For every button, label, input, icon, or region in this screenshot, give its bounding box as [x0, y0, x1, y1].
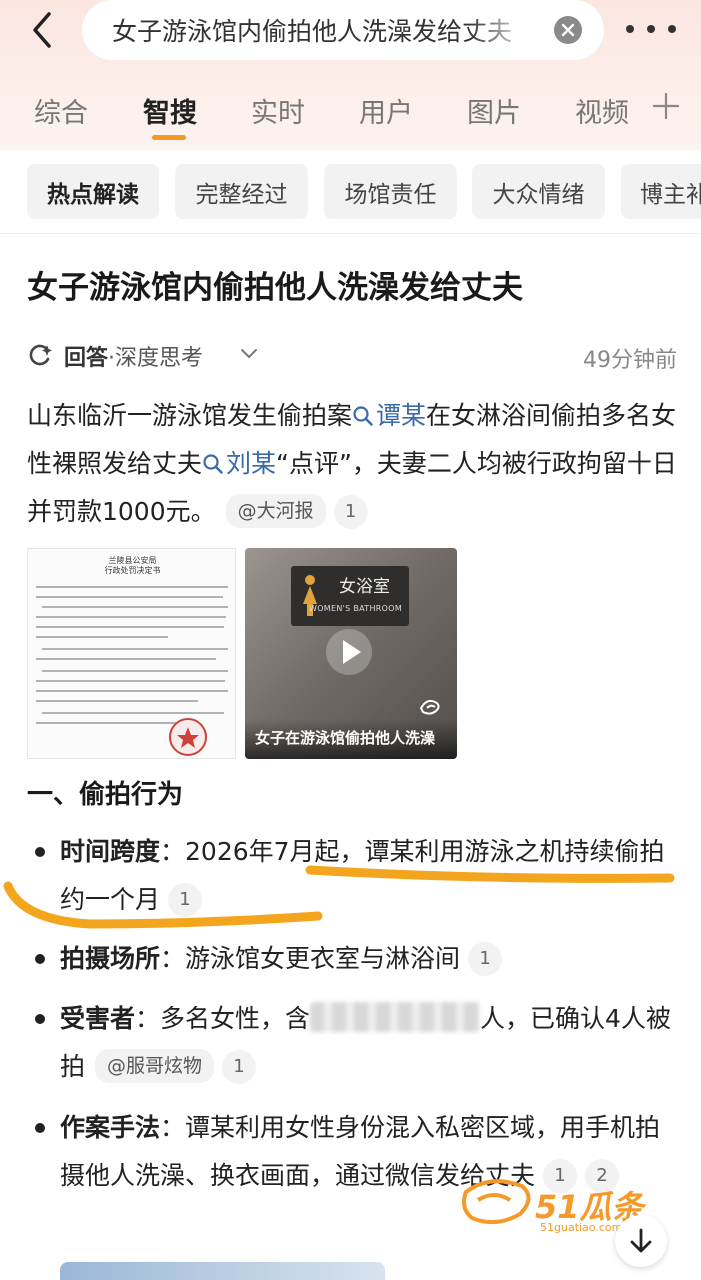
chip-blogger[interactable]: 博主补: [621, 164, 701, 219]
chevron-left-icon: [33, 12, 51, 48]
link-text: 谭某: [376, 401, 427, 430]
reference-number[interactable]: 1: [222, 1050, 257, 1084]
summary-paragraph: 山东临沂一游泳馆发生偷拍案 谭某在女淋浴间偷拍多名女性裸照发给丈夫 刘某“点评”，夫…: [27, 392, 677, 536]
reference-number[interactable]: 1: [468, 942, 503, 976]
link-text: 刘某: [226, 449, 277, 478]
source-chip[interactable]: @服哥炫物: [95, 1049, 215, 1083]
bullet-dot: [35, 1014, 45, 1024]
redacted-blur: [310, 1002, 481, 1032]
bullet-body: 游泳馆女更衣室与淋浴间: [185, 944, 461, 973]
sign-english-text: WOMEN'S BATHROOM: [309, 604, 403, 613]
search-icon: [353, 406, 373, 426]
list-item: 拍摄场所：游泳馆女更衣室与淋浴间 1: [27, 935, 687, 983]
search-link-liu[interactable]: 刘某: [202, 449, 276, 478]
more-options-button[interactable]: [626, 14, 676, 44]
tab-users[interactable]: 用户: [359, 91, 413, 130]
para-text: 山东临沂一游泳馆发生偷拍案: [27, 401, 353, 430]
sign-chinese-text: 女浴室: [339, 577, 390, 597]
video-thumbnail[interactable]: 女浴室 WOMEN'S BATHROOM 女子在游泳馆偷拍他人洗澡: [245, 548, 457, 759]
bullet-text: 时间跨度：2026年7月起，谭某利用游泳之机持续偷拍约一个月 1: [60, 828, 685, 924]
list-item: 时间跨度：2026年7月起，谭某利用游泳之机持续偷拍约一个月 1: [27, 828, 687, 924]
answer-mode-label[interactable]: 回答·深度思考: [64, 340, 203, 372]
tab-realtime[interactable]: 实时: [251, 91, 305, 130]
document-image[interactable]: 兰陵县公安局 行政处罚决定书: [27, 548, 236, 759]
bathroom-sign: 女浴室 WOMEN'S BATHROOM: [291, 566, 409, 626]
search-query-text: 女子游泳馆内偷拍他人洗澡发给丈夫: [112, 17, 513, 46]
post-time: 49分钟前: [583, 348, 677, 373]
plus-icon: [652, 92, 680, 120]
topic-chips: 热点解读 完整经过 场馆责任 大众情绪 博主补: [0, 150, 701, 234]
bullet-sep: ：: [135, 1004, 161, 1033]
deep-think-label: ·深度思考: [108, 346, 204, 371]
chevron-down-icon[interactable]: [239, 346, 259, 362]
play-icon[interactable]: [325, 628, 373, 676]
bullet-sep: ：: [160, 1113, 186, 1142]
list-item: 受害者：多名女性，含 人，已确认4人被拍 @服哥炫物 1: [27, 995, 687, 1091]
bullet-dot: [35, 954, 45, 964]
active-tab-indicator: [152, 135, 186, 140]
article-title: 女子游泳馆内偷拍他人洗澡发给丈夫: [27, 270, 523, 306]
bullet-sep: ：: [160, 944, 186, 973]
back-button[interactable]: [22, 10, 62, 50]
search-icon: [203, 454, 223, 474]
media-logo-icon: [419, 699, 440, 715]
bullet-label: 作案手法: [60, 1113, 161, 1142]
bullet-label: 时间跨度: [60, 837, 161, 866]
scroll-down-button[interactable]: [615, 1215, 667, 1267]
more-dot-icon: [668, 25, 676, 33]
bullet-body: 多名女性，含: [160, 1004, 311, 1033]
answer-meta: 回答·深度思考 49分钟前: [27, 340, 677, 374]
bullet-label: 拍摄场所: [60, 944, 161, 973]
section-heading: 一、偷拍行为: [27, 780, 184, 810]
bullet-text: 拍摄场所：游泳馆女更衣室与淋浴间 1: [60, 935, 685, 983]
tab-images[interactable]: 图片: [467, 91, 521, 130]
search-input[interactable]: 女子游泳馆内偷拍他人洗澡发给丈夫: [82, 0, 604, 60]
add-tab-button[interactable]: [652, 92, 680, 120]
next-card-preview[interactable]: [60, 1262, 385, 1280]
video-caption: 女子在游泳馆偷拍他人洗澡: [245, 719, 457, 759]
bullet-dot: [35, 1123, 45, 1133]
chip-full-story[interactable]: 完整经过: [175, 164, 308, 219]
more-dot-icon: [626, 25, 634, 33]
clear-search-button[interactable]: [554, 16, 582, 44]
search-tabs: 综合 智搜 实时 用户 图片 视频: [0, 85, 701, 145]
bullet-sep: ：: [160, 837, 186, 866]
search-link-tan[interactable]: 谭某: [352, 401, 426, 430]
chip-public-sentiment[interactable]: 大众情绪: [472, 164, 605, 219]
tab-videos[interactable]: 视频: [575, 91, 629, 130]
bullet-label: 受害者: [60, 1004, 136, 1033]
answer-label: 回答: [64, 346, 109, 371]
bullet-dot: [35, 847, 45, 857]
arrow-down-icon: [630, 1228, 652, 1253]
more-dot-icon: [647, 25, 655, 33]
reference-number[interactable]: 1: [333, 495, 368, 529]
reference-number[interactable]: 1: [168, 883, 203, 917]
watermark-url: 51guatiao.com: [540, 1221, 623, 1234]
source-chip[interactable]: @大河报: [225, 494, 326, 528]
close-icon: [561, 23, 575, 37]
tab-comprehensive[interactable]: 综合: [34, 91, 88, 130]
chip-venue-responsibility[interactable]: 场馆责任: [324, 164, 457, 219]
tab-smart-search[interactable]: 智搜: [143, 91, 197, 130]
bullet-text: 受害者：多名女性，含 人，已确认4人被拍 @服哥炫物 1: [60, 995, 685, 1091]
refresh-spark-icon: [29, 344, 52, 366]
document-lines: [36, 586, 228, 756]
chip-hot-interpretation[interactable]: 热点解读: [27, 164, 159, 219]
